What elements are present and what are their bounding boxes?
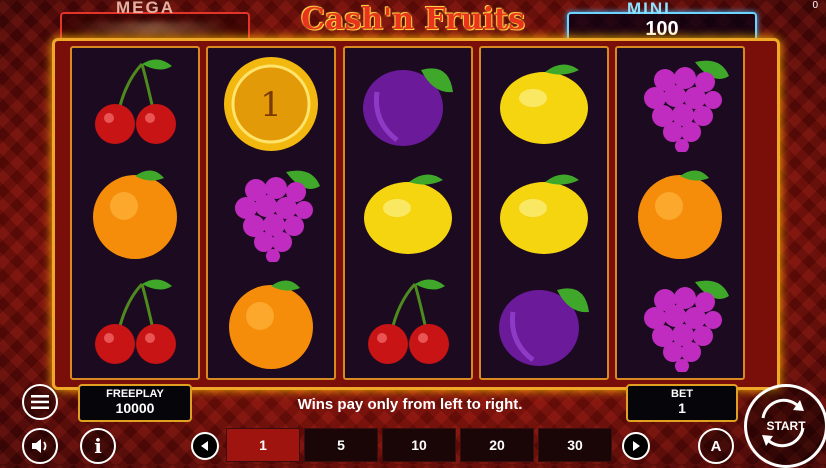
lines-option[interactable]: 10: [382, 428, 456, 462]
grapes-symbol: [617, 52, 743, 162]
lines-option[interactable]: 5: [304, 428, 378, 462]
menu-button[interactable]: [22, 384, 58, 420]
info-icon: i: [94, 434, 102, 458]
cherry-symbol: [72, 272, 198, 382]
freeplay-panel: FREEPLAY 10000: [78, 384, 192, 422]
orange-symbol: [72, 162, 198, 272]
grapes-symbol: [208, 162, 334, 272]
reel-3: [343, 46, 473, 380]
lines-option[interactable]: 30: [538, 428, 612, 462]
coin-symbol: 1: [208, 52, 334, 162]
orange-symbol: [617, 162, 743, 272]
lines-selector: 1 5 10 20 30: [184, 428, 654, 462]
lines-option[interactable]: 1: [226, 428, 300, 462]
cherry-symbol: [72, 52, 198, 162]
autoplay-icon: A: [710, 437, 722, 455]
autoplay-button[interactable]: A: [698, 428, 734, 464]
hamburger-icon: [31, 395, 49, 409]
speaker-icon: [32, 439, 47, 453]
lines-next-button[interactable]: [622, 432, 650, 460]
plum-symbol: [345, 52, 471, 162]
reel-2: 1: [206, 46, 336, 380]
bet-label: BET: [671, 388, 693, 400]
freeplay-value: 10000: [115, 400, 155, 416]
bet-panel[interactable]: BET 1: [626, 384, 738, 422]
win-info-message: Wins pay only from left to right.: [297, 396, 523, 413]
freeplay-label: FREEPLAY: [106, 388, 164, 400]
lemon-symbol: [481, 52, 607, 162]
lemon-symbol: [481, 162, 607, 272]
orange-symbol: [208, 272, 334, 382]
plum-symbol: [481, 272, 607, 382]
sound-button[interactable]: [22, 428, 58, 464]
triangle-right-icon: [633, 441, 640, 451]
info-button[interactable]: i: [80, 428, 116, 464]
bet-value: 1: [678, 400, 686, 416]
reel-4: [479, 46, 609, 380]
reel-5: [615, 46, 745, 380]
grapes-symbol: [617, 272, 743, 382]
coin-value: 1: [260, 85, 282, 125]
cherry-symbol: [345, 272, 471, 382]
lemon-symbol: [345, 162, 471, 272]
game-title-logo: Cash'n Fruits: [301, 2, 525, 37]
start-label: START: [766, 419, 806, 433]
lines-option[interactable]: 20: [460, 428, 534, 462]
reel-1: [70, 46, 200, 380]
start-button[interactable]: START: [744, 384, 826, 468]
